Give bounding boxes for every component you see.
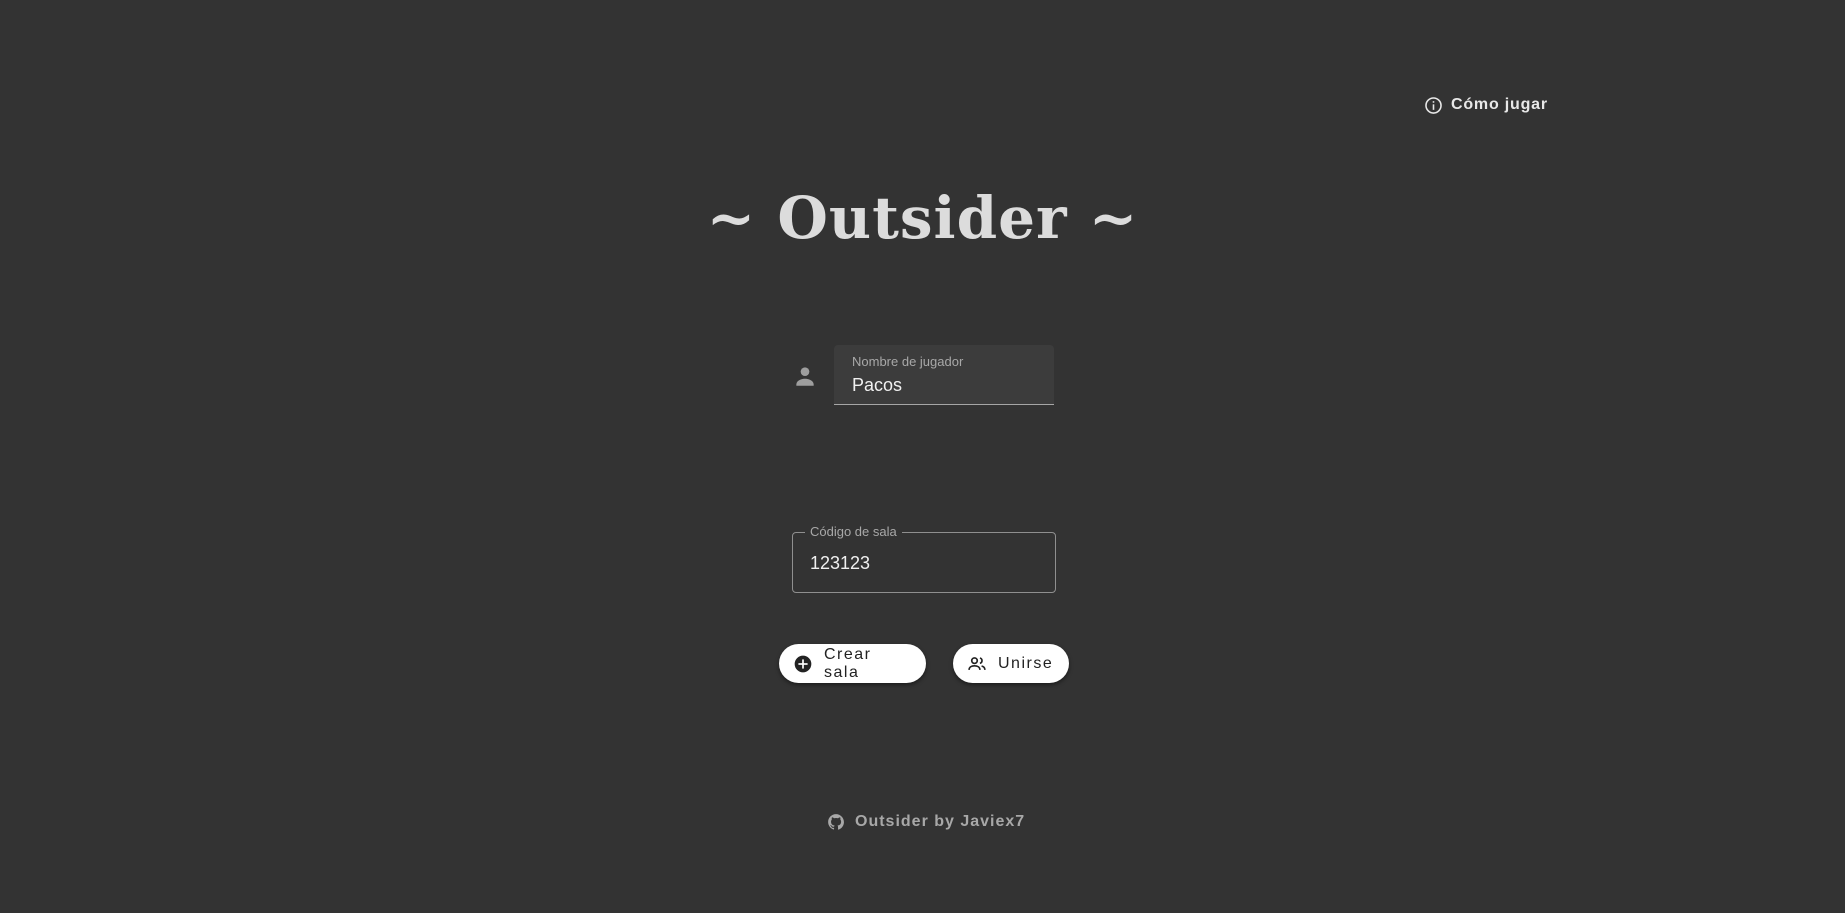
info-icon (1424, 96, 1443, 115)
player-name-input[interactable]: Pacos (852, 375, 902, 396)
footer-github-link[interactable]: Outsider by Javiex7 (827, 811, 1025, 833)
create-room-label: Crear sala (824, 645, 872, 681)
group-icon (967, 654, 998, 674)
join-button[interactable]: Unirse (953, 644, 1069, 683)
how-to-play-label: Cómo jugar (1451, 96, 1548, 113)
page-title: ~ Outsider ~ (706, 184, 1139, 252)
page: Cómo jugar ~ Outsider ~ Nombre de jugado… (0, 0, 1845, 913)
room-code-label: Código de sala (805, 524, 902, 539)
how-to-play-link[interactable]: Cómo jugar (1424, 94, 1548, 116)
footer-label: Outsider by Javiex7 (855, 813, 1026, 830)
create-room-button[interactable]: Crear sala (779, 644, 926, 683)
github-icon (827, 813, 845, 831)
player-name-row: Nombre de jugador Pacos (792, 345, 1054, 405)
room-code-input[interactable]: 123123 (810, 553, 870, 574)
add-circle-icon (793, 654, 824, 674)
join-label: Unirse (998, 654, 1054, 672)
player-name-field[interactable]: Nombre de jugador Pacos (834, 345, 1054, 405)
player-name-label: Nombre de jugador (852, 354, 964, 369)
room-code-field[interactable]: Código de sala 123123 (792, 524, 1056, 593)
person-icon (792, 363, 818, 389)
